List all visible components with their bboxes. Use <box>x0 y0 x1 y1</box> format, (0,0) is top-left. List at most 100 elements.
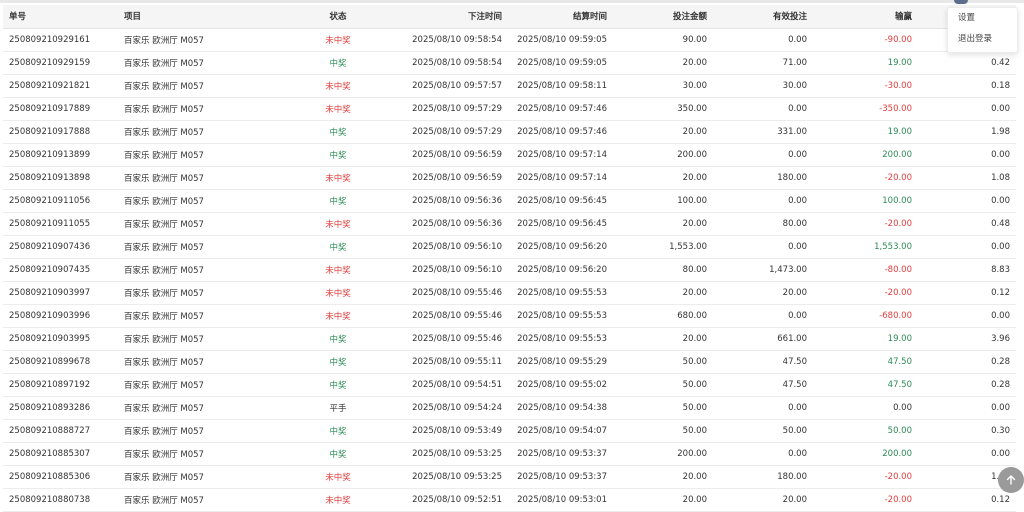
cell-bet-amount: 200.00 <box>613 143 713 167</box>
cell-bet-time: 2025/08/10 09:54:24 <box>398 396 508 420</box>
cell-rebate: 0.28 <box>918 373 1016 397</box>
cell-win-loss: 19.00 <box>813 327 918 351</box>
cell-status: 平手 <box>278 396 398 420</box>
cell-bet-amount: 20.00 <box>613 120 713 144</box>
cell-win-loss: -20.00 <box>813 281 918 305</box>
cell-status: 未中奖 <box>278 488 398 512</box>
cell-settle-time: 2025/08/10 09:56:20 <box>508 258 613 282</box>
cell-win-loss: -20.00 <box>813 488 918 512</box>
cell-valid-bet: 0.00 <box>713 304 813 328</box>
table-row: 250809210893286 百家乐 欧洲厅 M057 平手 2025/08/10 … <box>3 396 1016 420</box>
col-header-bet-amount: 投注金额 <box>613 5 713 29</box>
cell-order-no: 250809210907435 <box>3 258 118 282</box>
cell-bet-time: 2025/08/10 09:54:51 <box>398 373 508 397</box>
cell-settle-time: 2025/08/10 09:55:02 <box>508 373 613 397</box>
cell-rebate: 0.18 <box>918 74 1016 98</box>
table-row: 250809210913898 百家乐 欧洲厅 M057 未中奖 2025/08/10… <box>3 166 1016 190</box>
cell-bet-time: 2025/08/10 09:55:46 <box>398 327 508 351</box>
col-header-project: 项目 <box>118 5 278 29</box>
cell-project: 百家乐 欧洲厅 M057 <box>118 488 278 512</box>
cell-bet-time: 2025/08/10 09:56:36 <box>398 212 508 236</box>
cell-settle-time: 2025/08/10 09:56:45 <box>508 189 613 213</box>
cell-bet-amount: 20.00 <box>613 488 713 512</box>
cell-settle-time: 2025/08/10 09:53:37 <box>508 465 613 489</box>
avatar[interactable] <box>954 0 968 4</box>
table-row: 250809210929159 百家乐 欧洲厅 M057 中奖 2025/08/10 … <box>3 51 1016 75</box>
cell-win-loss: 1,553.00 <box>813 235 918 259</box>
cell-valid-bet: 0.00 <box>713 28 813 52</box>
cell-valid-bet: 0.00 <box>713 396 813 420</box>
table-header-row: 单号 项目 状态 下注时间 结算时间 投注金额 有效投注 输赢 退水 <box>3 5 1016 29</box>
cell-project: 百家乐 欧洲厅 M057 <box>118 143 278 167</box>
cell-status: 中奖 <box>278 373 398 397</box>
cell-win-loss: 0.00 <box>813 396 918 420</box>
cell-rebate: 3.96 <box>918 327 1016 351</box>
cell-order-no: 250809210929159 <box>3 51 118 75</box>
cell-status: 中奖 <box>278 235 398 259</box>
cell-bet-time: 2025/08/10 09:55:11 <box>398 350 508 374</box>
cell-status: 中奖 <box>278 120 398 144</box>
cell-project: 百家乐 欧洲厅 M057 <box>118 419 278 443</box>
cell-status: 中奖 <box>278 51 398 75</box>
cell-bet-time: 2025/08/10 09:58:54 <box>398 28 508 52</box>
cell-bet-amount: 200.00 <box>613 442 713 466</box>
table-row: 250809210885307 百家乐 欧洲厅 M057 中奖 2025/08/10 … <box>3 442 1016 466</box>
table-row: 250809210903996 百家乐 欧洲厅 M057 未中奖 2025/08/10… <box>3 304 1016 328</box>
cell-bet-time: 2025/08/10 09:57:29 <box>398 97 508 121</box>
cell-valid-bet: 1,473.00 <box>713 258 813 282</box>
cell-settle-time: 2025/08/10 09:54:38 <box>508 396 613 420</box>
table-row: 250809210907436 百家乐 欧洲厅 M057 中奖 2025/08/10 … <box>3 235 1016 259</box>
cell-valid-bet: 80.00 <box>713 212 813 236</box>
cell-order-no: 250809210885306 <box>3 465 118 489</box>
cell-valid-bet: 0.00 <box>713 189 813 213</box>
cell-bet-amount: 100.00 <box>613 189 713 213</box>
cell-project: 百家乐 欧洲厅 M057 <box>118 212 278 236</box>
table-row: 250809210911056 百家乐 欧洲厅 M057 中奖 2025/08/10 … <box>3 189 1016 213</box>
cell-settle-time: 2025/08/10 09:59:05 <box>508 51 613 75</box>
cell-bet-time: 2025/08/10 09:55:46 <box>398 304 508 328</box>
top-divider <box>0 0 1024 3</box>
col-header-status: 状态 <box>278 5 398 29</box>
cell-bet-amount: 20.00 <box>613 465 713 489</box>
cell-order-no: 250809210899678 <box>3 350 118 374</box>
logout-menu-item[interactable]: 退出登录 <box>948 29 1017 50</box>
cell-bet-time: 2025/08/10 09:53:25 <box>398 465 508 489</box>
cell-settle-time: 2025/08/10 09:55:53 <box>508 327 613 351</box>
cell-project: 百家乐 欧洲厅 M057 <box>118 28 278 52</box>
table-row: 250809210917888 百家乐 欧洲厅 M057 中奖 2025/08/10 … <box>3 120 1016 144</box>
cell-valid-bet: 331.00 <box>713 120 813 144</box>
cell-win-loss: 200.00 <box>813 143 918 167</box>
table-row: 250809210929161 百家乐 欧洲厅 M057 未中奖 2025/08/10… <box>3 28 1016 52</box>
cell-bet-time: 2025/08/10 09:56:36 <box>398 189 508 213</box>
cell-bet-amount: 20.00 <box>613 166 713 190</box>
cell-bet-amount: 20.00 <box>613 327 713 351</box>
cell-bet-time: 2025/08/10 09:57:29 <box>398 120 508 144</box>
cell-status: 未中奖 <box>278 28 398 52</box>
table-row: 250809210907435 百家乐 欧洲厅 M057 未中奖 2025/08/10… <box>3 258 1016 282</box>
settings-menu-item[interactable]: 设置 <box>948 8 1017 29</box>
cell-settle-time: 2025/08/10 09:57:14 <box>508 143 613 167</box>
col-header-valid-bet: 有效投注 <box>713 5 813 29</box>
cell-bet-amount: 30.00 <box>613 74 713 98</box>
cell-bet-amount: 50.00 <box>613 350 713 374</box>
cell-settle-time: 2025/08/10 09:59:05 <box>508 28 613 52</box>
back-to-top-button[interactable] <box>998 467 1024 493</box>
cell-bet-time: 2025/08/10 09:58:54 <box>398 51 508 75</box>
cell-valid-bet: 47.50 <box>713 373 813 397</box>
cell-status: 未中奖 <box>278 304 398 328</box>
cell-bet-time: 2025/08/10 09:56:10 <box>398 235 508 259</box>
cell-win-loss: -680.00 <box>813 304 918 328</box>
cell-valid-bet: 20.00 <box>713 281 813 305</box>
table-row: 250809210899678 百家乐 欧洲厅 M057 中奖 2025/08/10 … <box>3 350 1016 374</box>
cell-bet-time: 2025/08/10 09:56:59 <box>398 143 508 167</box>
cell-win-loss: -350.00 <box>813 97 918 121</box>
cell-bet-time: 2025/08/10 09:53:25 <box>398 442 508 466</box>
cell-valid-bet: 0.00 <box>713 442 813 466</box>
cell-project: 百家乐 欧洲厅 M057 <box>118 281 278 305</box>
cell-order-no: 250809210911056 <box>3 189 118 213</box>
cell-rebate: 0.00 <box>918 235 1016 259</box>
cell-valid-bet: 0.00 <box>713 97 813 121</box>
table-body: 250809210929161 百家乐 欧洲厅 M057 未中奖 2025/08/10… <box>3 28 1016 512</box>
cell-status: 未中奖 <box>278 281 398 305</box>
cell-win-loss: 50.00 <box>813 419 918 443</box>
